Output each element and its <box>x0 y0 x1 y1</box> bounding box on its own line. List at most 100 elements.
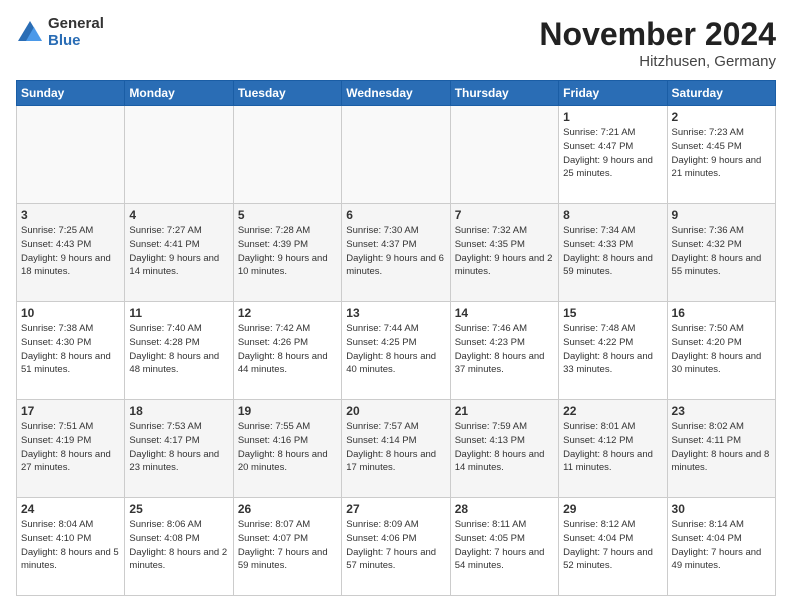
day-cell-0-2 <box>233 106 341 204</box>
day-info: Sunrise: 7:25 AM Sunset: 4:43 PM Dayligh… <box>21 224 120 279</box>
day-cell-3-3: 20 Sunrise: 7:57 AM Sunset: 4:14 PM Dayli… <box>342 400 450 498</box>
day-cell-1-2: 5Sunrise: 7:28 AM Sunset: 4:39 PM Daylig… <box>233 204 341 302</box>
day-cell-3-1: 18 Sunrise: 7:53 AM Sunset: 4:17 PM Dayli… <box>125 400 233 498</box>
day-cell-4-1: 25 Sunrise: 8:06 AM Sunset: 4:08 PM Dayli… <box>125 498 233 596</box>
day-number: 11 <box>129 306 228 320</box>
calendar-header: Sunday Monday Tuesday Wednesday Thursday… <box>17 81 776 106</box>
day-info: Sunrise: 7:53 AM Sunset: 4:17 PM Dayligh… <box>129 420 228 475</box>
day-number: 24 <box>21 502 120 516</box>
day-cell-2-6: 16 Sunrise: 7:50 AM Sunset: 4:20 PM Dayli… <box>667 302 775 400</box>
day-number: 28 <box>455 502 554 516</box>
day-cell-4-2: 26 Sunrise: 8:07 AM Sunset: 4:07 PM Dayli… <box>233 498 341 596</box>
day-number: 4 <box>129 208 228 222</box>
day-info: Sunrise: 7:27 AM Sunset: 4:41 PM Dayligh… <box>129 224 228 279</box>
day-number: 15 <box>563 306 662 320</box>
day-info: Sunrise: 7:30 AM Sunset: 4:37 PM Dayligh… <box>346 224 445 279</box>
day-cell-2-1: 11 Sunrise: 7:40 AM Sunset: 4:28 PM Dayli… <box>125 302 233 400</box>
logo-text: General Blue <box>48 16 104 49</box>
calendar-body: 1Sunrise: 7:21 AM Sunset: 4:47 PM Daylig… <box>17 106 776 596</box>
day-cell-3-6: 23 Sunrise: 8:02 AM Sunset: 4:11 PM Dayli… <box>667 400 775 498</box>
logo: General Blue <box>16 16 104 49</box>
day-info: Sunrise: 8:11 AM Sunset: 4:05 PM Dayligh… <box>455 518 554 573</box>
week-row-4: 24 Sunrise: 8:04 AM Sunset: 4:10 PM Dayli… <box>17 498 776 596</box>
day-cell-2-3: 13Sunrise: 7:44 AM Sunset: 4:25 PM Dayli… <box>342 302 450 400</box>
week-row-2: 10 Sunrise: 7:38 AM Sunset: 4:30 PM Dayli… <box>17 302 776 400</box>
day-number: 26 <box>238 502 337 516</box>
day-cell-3-5: 22Sunrise: 8:01 AM Sunset: 4:12 PM Dayli… <box>559 400 667 498</box>
title-block: November 2024 Hitzhusen, Germany <box>539 16 776 70</box>
day-number: 5 <box>238 208 337 222</box>
col-sunday: Sunday <box>17 81 125 106</box>
day-cell-3-4: 21 Sunrise: 7:59 AM Sunset: 4:13 PM Dayli… <box>450 400 558 498</box>
day-cell-3-2: 19 Sunrise: 7:55 AM Sunset: 4:16 PM Dayli… <box>233 400 341 498</box>
day-info: Sunrise: 7:55 AM Sunset: 4:16 PM Dayligh… <box>238 420 337 475</box>
day-number: 23 <box>672 404 771 418</box>
day-cell-0-0 <box>17 106 125 204</box>
col-tuesday: Tuesday <box>233 81 341 106</box>
day-number: 12 <box>238 306 337 320</box>
day-number: 3 <box>21 208 120 222</box>
header: General Blue November 2024 Hitzhusen, Ge… <box>16 16 776 70</box>
day-number: 21 <box>455 404 554 418</box>
week-row-0: 1Sunrise: 7:21 AM Sunset: 4:47 PM Daylig… <box>17 106 776 204</box>
day-number: 7 <box>455 208 554 222</box>
day-number: 16 <box>672 306 771 320</box>
day-cell-4-4: 28 Sunrise: 8:11 AM Sunset: 4:05 PM Dayli… <box>450 498 558 596</box>
day-info: Sunrise: 8:02 AM Sunset: 4:11 PM Dayligh… <box>672 420 771 475</box>
day-cell-1-0: 3 Sunrise: 7:25 AM Sunset: 4:43 PM Daylig… <box>17 204 125 302</box>
logo-blue-text: Blue <box>48 33 104 50</box>
day-info: Sunrise: 8:06 AM Sunset: 4:08 PM Dayligh… <box>129 518 228 573</box>
day-cell-2-5: 15 Sunrise: 7:48 AM Sunset: 4:22 PM Dayli… <box>559 302 667 400</box>
day-cell-1-6: 9Sunrise: 7:36 AM Sunset: 4:32 PM Daylig… <box>667 204 775 302</box>
month-title: November 2024 <box>539 16 776 53</box>
header-row: Sunday Monday Tuesday Wednesday Thursday… <box>17 81 776 106</box>
day-number: 20 <box>346 404 445 418</box>
day-number: 6 <box>346 208 445 222</box>
day-info: Sunrise: 7:46 AM Sunset: 4:23 PM Dayligh… <box>455 322 554 377</box>
day-number: 14 <box>455 306 554 320</box>
day-info: Sunrise: 8:14 AM Sunset: 4:04 PM Dayligh… <box>672 518 771 573</box>
page: General Blue November 2024 Hitzhusen, Ge… <box>0 0 792 612</box>
day-cell-4-0: 24 Sunrise: 8:04 AM Sunset: 4:10 PM Dayli… <box>17 498 125 596</box>
day-number: 19 <box>238 404 337 418</box>
day-number: 13 <box>346 306 445 320</box>
day-cell-1-5: 8 Sunrise: 7:34 AM Sunset: 4:33 PM Daylig… <box>559 204 667 302</box>
day-info: Sunrise: 7:38 AM Sunset: 4:30 PM Dayligh… <box>21 322 120 377</box>
col-friday: Friday <box>559 81 667 106</box>
day-info: Sunrise: 7:59 AM Sunset: 4:13 PM Dayligh… <box>455 420 554 475</box>
day-cell-1-1: 4 Sunrise: 7:27 AM Sunset: 4:41 PM Daylig… <box>125 204 233 302</box>
day-info: Sunrise: 8:01 AM Sunset: 4:12 PM Dayligh… <box>563 420 662 475</box>
day-info: Sunrise: 7:42 AM Sunset: 4:26 PM Dayligh… <box>238 322 337 377</box>
day-info: Sunrise: 7:48 AM Sunset: 4:22 PM Dayligh… <box>563 322 662 377</box>
day-cell-0-6: 2 Sunrise: 7:23 AM Sunset: 4:45 PM Daylig… <box>667 106 775 204</box>
day-info: Sunrise: 7:51 AM Sunset: 4:19 PM Dayligh… <box>21 420 120 475</box>
day-cell-0-3 <box>342 106 450 204</box>
day-number: 27 <box>346 502 445 516</box>
day-info: Sunrise: 8:04 AM Sunset: 4:10 PM Dayligh… <box>21 518 120 573</box>
col-thursday: Thursday <box>450 81 558 106</box>
day-cell-2-4: 14 Sunrise: 7:46 AM Sunset: 4:23 PM Dayli… <box>450 302 558 400</box>
day-info: Sunrise: 8:07 AM Sunset: 4:07 PM Dayligh… <box>238 518 337 573</box>
day-cell-0-1 <box>125 106 233 204</box>
logo-general-text: General <box>48 16 104 33</box>
day-info: Sunrise: 7:34 AM Sunset: 4:33 PM Dayligh… <box>563 224 662 279</box>
day-cell-3-0: 17 Sunrise: 7:51 AM Sunset: 4:19 PM Dayli… <box>17 400 125 498</box>
week-row-3: 17 Sunrise: 7:51 AM Sunset: 4:19 PM Dayli… <box>17 400 776 498</box>
day-info: Sunrise: 7:32 AM Sunset: 4:35 PM Dayligh… <box>455 224 554 279</box>
day-info: Sunrise: 7:57 AM Sunset: 4:14 PM Dayligh… <box>346 420 445 475</box>
day-number: 8 <box>563 208 662 222</box>
day-info: Sunrise: 7:23 AM Sunset: 4:45 PM Dayligh… <box>672 126 771 181</box>
day-info: Sunrise: 7:50 AM Sunset: 4:20 PM Dayligh… <box>672 322 771 377</box>
day-number: 25 <box>129 502 228 516</box>
day-number: 10 <box>21 306 120 320</box>
day-cell-4-6: 30Sunrise: 8:14 AM Sunset: 4:04 PM Dayli… <box>667 498 775 596</box>
day-number: 17 <box>21 404 120 418</box>
day-number: 29 <box>563 502 662 516</box>
day-cell-1-4: 7 Sunrise: 7:32 AM Sunset: 4:35 PM Daylig… <box>450 204 558 302</box>
day-number: 2 <box>672 110 771 124</box>
calendar-table: Sunday Monday Tuesday Wednesday Thursday… <box>16 80 776 596</box>
day-info: Sunrise: 7:40 AM Sunset: 4:28 PM Dayligh… <box>129 322 228 377</box>
day-number: 18 <box>129 404 228 418</box>
col-monday: Monday <box>125 81 233 106</box>
col-wednesday: Wednesday <box>342 81 450 106</box>
